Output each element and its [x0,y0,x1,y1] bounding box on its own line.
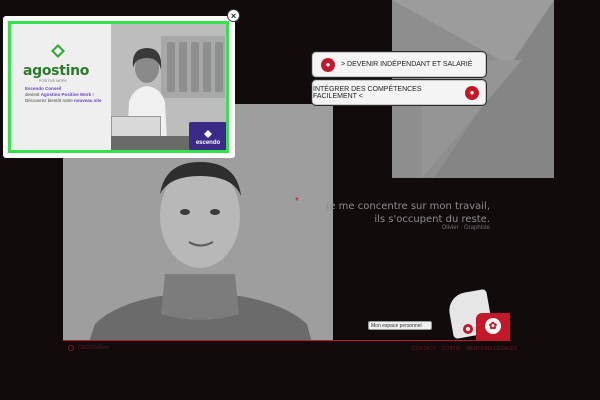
circle-icon [68,345,74,351]
brand-logo-icon: ✿ [485,318,501,334]
testimonial-quote: Je me concentre sur mon travail, ils s'o… [326,201,490,225]
page: * Je me concentre sur mon travail, ils s… [0,0,600,400]
user-icon[interactable]: ☻ [463,324,473,334]
brand-tab[interactable]: ✿ [476,313,510,340]
divider-line [63,340,511,341]
footer-brand-text: CECOSeRem [78,345,110,351]
person-icon: ● [321,57,335,72]
footer-link-mentions[interactable]: MENTIONS LÉGALES [466,346,517,352]
footer-link-contact[interactable]: CONTACT [412,346,436,352]
brand-name: agostino [23,63,90,79]
close-icon[interactable]: × [227,9,240,22]
footer-links: CONTACT CITATIS MENTIONS LÉGALES [412,346,517,352]
personal-space-link[interactable]: Mon espace personnel [368,321,432,330]
footer-brand: CECOSeRem [68,345,109,351]
testimonial-author: Olivier · Graphiste [441,225,490,231]
announcement-popup: agostino POSITIVE WORK Escendo Conseil d… [3,16,235,158]
footer-link-citatis[interactable]: CITATIS [442,346,460,352]
person-photo [89,162,312,340]
cta-devenir-independant[interactable]: ● > DEVENIR INDÉPENDANT ET SALARIÉ [312,52,486,77]
espace-label: Mon espace personnel [371,322,422,329]
cta-label: > DEVENIR INDÉPENDANT ET SALARIÉ [341,61,473,68]
banner-text-area: agostino POSITIVE WORK Escendo Conseil d… [11,24,121,150]
group-icon: ● [465,85,479,100]
cta-integrer-competences[interactable]: INTÉGRER DES COMPÉTENCES FACILEMENT < ● [312,80,486,105]
agostino-logo-icon [51,44,65,58]
panel-facet [422,60,522,178]
asterisk-decoration: * [295,196,299,207]
escendo-logo-icon [204,130,212,138]
banner-message: Escendo Conseil devient Agostino Positiv… [25,86,120,104]
cta-label: INTÉGRER DES COMPÉTENCES FACILEMENT < [313,85,422,100]
escendo-badge: escendo [189,122,226,150]
announcement-banner[interactable]: agostino POSITIVE WORK Escendo Conseil d… [8,21,229,153]
banner-photo: escendo [111,24,226,150]
brand-subtitle: POSITIVE WORK [39,79,68,83]
banner-line-3: Découvrez bientôt notre nouveau site [25,98,102,103]
